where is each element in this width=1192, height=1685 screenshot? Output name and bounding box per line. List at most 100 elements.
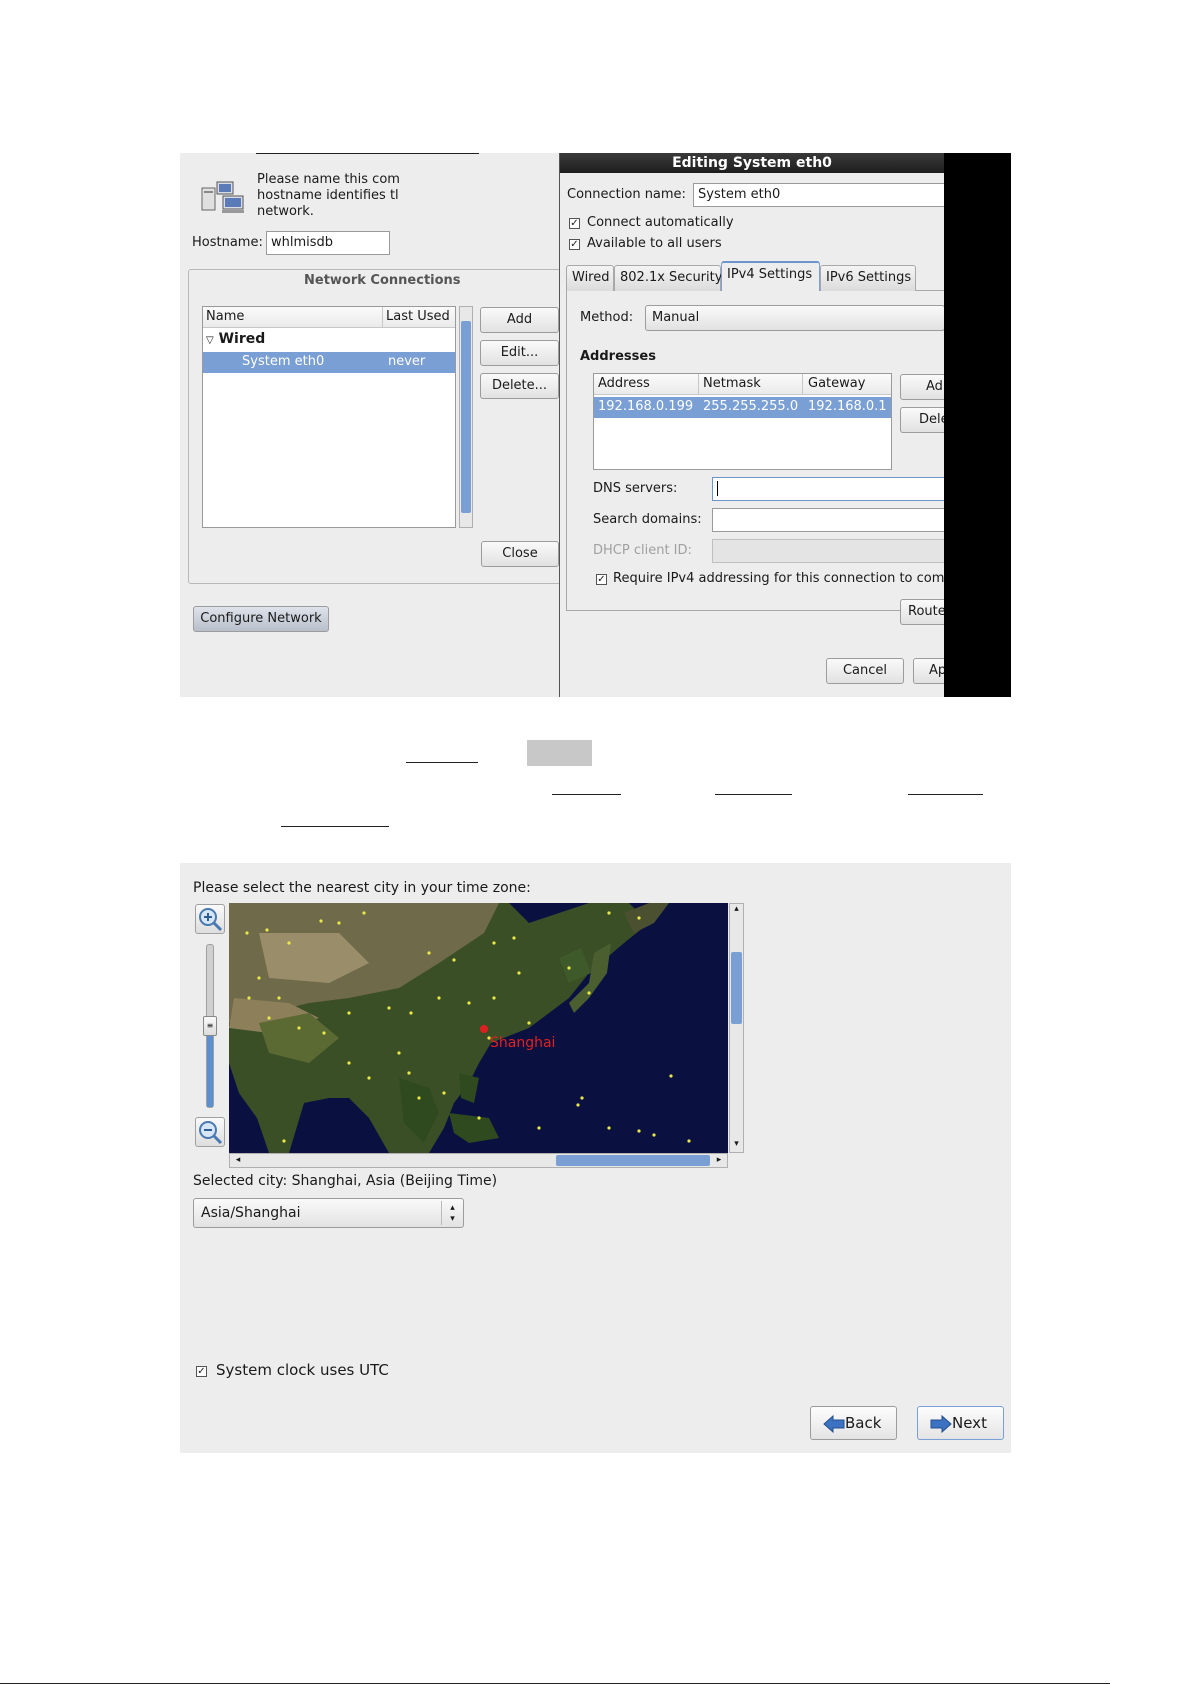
require-ipv4-label: Require IPv4 addressing for this connect… [613, 571, 944, 586]
scroll-left-icon[interactable]: ◂ [231, 1154, 245, 1167]
addresses-header: Address Netmask Gateway [594, 374, 891, 395]
timezone-screenshot: Please select the nearest city in your t… [180, 863, 1011, 1453]
delete-button[interactable]: Delete... [480, 373, 559, 399]
all-users-label: Available to all users [587, 236, 722, 251]
routes-button[interactable]: Routes [900, 599, 944, 625]
timezone-select[interactable]: Asia/Shanghai ▴ ▾ [193, 1198, 464, 1228]
connections-list[interactable]: Name Last Used ▽ Wired System eth0 never [202, 306, 456, 528]
redacted-underline [552, 794, 621, 795]
redacted-underline [281, 826, 389, 827]
text-cursor [717, 481, 718, 496]
scroll-right-icon[interactable]: ▸ [712, 1154, 726, 1167]
configure-network-button[interactable]: Configure Network [193, 606, 329, 632]
addresses-heading: Addresses [580, 349, 656, 364]
hostname-input[interactable]: whlmisdb [266, 231, 390, 255]
scroll-thumb[interactable] [461, 321, 471, 513]
back-button[interactable]: Back [810, 1406, 897, 1440]
zoom-out-button[interactable] [195, 1117, 225, 1147]
redacted-block [527, 740, 592, 766]
expander-triangle-icon[interactable]: ▽ [206, 335, 214, 346]
group-label: Wired [218, 331, 266, 347]
vertical-scroll-thumb[interactable] [731, 952, 742, 1024]
address-row[interactable]: 192.168.0.199 255.255.255.0 192.168.0.1 [594, 397, 891, 418]
zoom-in-button[interactable] [195, 904, 225, 934]
zoom-out-icon [199, 1121, 223, 1145]
apply-button[interactable]: Ap [913, 658, 944, 684]
delete-address-button[interactable]: Dele [900, 407, 944, 433]
redacted-underline [406, 762, 478, 763]
map-horizontal-scrollbar[interactable]: ◂ ▸ [229, 1153, 728, 1168]
group-wired[interactable]: ▽ Wired [206, 331, 265, 347]
map-image [229, 903, 728, 1153]
list-header: Name Last Used [203, 307, 455, 328]
connection-name-label: Connection name: [567, 187, 686, 202]
connection-last-used: never [388, 354, 426, 369]
utc-label: System clock uses UTC [216, 1361, 389, 1379]
back-arrow-icon [823, 1415, 845, 1433]
connect-auto-label: Connect automatically [587, 215, 734, 230]
network-connections-title: Network Connections [304, 273, 461, 288]
connect-auto-checkbox[interactable]: ✓ [569, 218, 580, 229]
netmask-cell: 255.255.255.0 [703, 399, 799, 414]
column-divider [698, 374, 699, 394]
redacted-underline [256, 153, 479, 154]
black-region [944, 153, 1011, 697]
back-label: Back [845, 1414, 882, 1432]
column-name[interactable]: Name [206, 309, 244, 324]
next-label: Next [952, 1414, 987, 1432]
connection-name-input[interactable]: System eth0 [693, 183, 944, 207]
zoom-slider-handle[interactable]: ≡ [203, 1016, 217, 1036]
connections-scrollbar[interactable] [459, 306, 473, 528]
map-vertical-scrollbar[interactable]: ▴ ▾ [729, 903, 744, 1153]
hostname-label: Hostname: [192, 235, 263, 250]
select-arrows-icon: ▴ ▾ [441, 1201, 463, 1225]
tab-wired[interactable]: Wired [566, 265, 614, 291]
column-address[interactable]: Address [598, 376, 650, 391]
scroll-down-icon[interactable]: ▾ [730, 1138, 743, 1152]
column-gateway[interactable]: Gateway [808, 376, 865, 391]
timezone-prompt: Please select the nearest city in your t… [193, 880, 531, 896]
cancel-button[interactable]: Cancel [826, 658, 904, 684]
search-domains-label: Search domains: [593, 512, 702, 527]
addresses-table[interactable]: Address Netmask Gateway 192.168.0.199 25… [593, 373, 892, 470]
column-netmask[interactable]: Netmask [703, 376, 761, 391]
dhcp-client-id-input[interactable] [712, 539, 944, 563]
next-button[interactable]: Next [917, 1406, 1004, 1440]
intro-line: hostname identifies tl [257, 188, 399, 203]
gateway-cell: 192.168.0.1 [808, 399, 887, 414]
connection-row[interactable]: System eth0 never [203, 352, 455, 373]
footer-rule [0, 1683, 1110, 1684]
tab-8021x-security[interactable]: 802.1x Security [614, 265, 722, 291]
close-button[interactable]: Close [481, 541, 559, 567]
dns-label: DNS servers: [593, 481, 678, 496]
intro-line: Please name this com [257, 172, 400, 187]
redacted-underline [715, 794, 792, 795]
column-last-used[interactable]: Last Used [386, 309, 450, 324]
add-button[interactable]: Add [480, 307, 559, 333]
tab-ipv6-settings[interactable]: IPv6 Settings [820, 265, 916, 291]
add-address-button[interactable]: Ad [900, 374, 944, 400]
dns-input[interactable] [712, 477, 944, 501]
editing-dialog: Editing System eth0 Connection name: Sys… [559, 153, 944, 697]
method-label: Method: [580, 310, 634, 325]
shanghai-marker[interactable] [480, 1025, 488, 1033]
redacted-underline [908, 794, 983, 795]
map-city-label: Shanghai [490, 1035, 556, 1051]
method-select[interactable]: Manual [645, 305, 944, 331]
intro-text: Please name this com hostname identifies… [257, 172, 400, 220]
require-ipv4-checkbox[interactable]: ✓ [596, 574, 607, 585]
zoom-in-icon [199, 908, 223, 932]
scroll-up-icon[interactable]: ▴ [730, 903, 743, 917]
all-users-checkbox[interactable]: ✓ [569, 239, 580, 250]
utc-checkbox[interactable]: ✓ [196, 1366, 207, 1377]
column-divider [802, 374, 803, 394]
network-computers-icon [201, 181, 244, 213]
horizontal-scroll-thumb[interactable] [556, 1155, 710, 1166]
edit-button[interactable]: Edit... [480, 340, 559, 366]
world-map[interactable]: Shanghai [229, 903, 728, 1153]
tab-ipv4-settings[interactable]: IPv4 Settings [721, 261, 820, 291]
search-domains-input[interactable] [712, 508, 944, 532]
connection-name: System eth0 [242, 354, 325, 369]
selected-city-text: Selected city: Shanghai, Asia (Beijing T… [193, 1173, 498, 1189]
timezone-select-value: Asia/Shanghai [201, 1205, 301, 1221]
